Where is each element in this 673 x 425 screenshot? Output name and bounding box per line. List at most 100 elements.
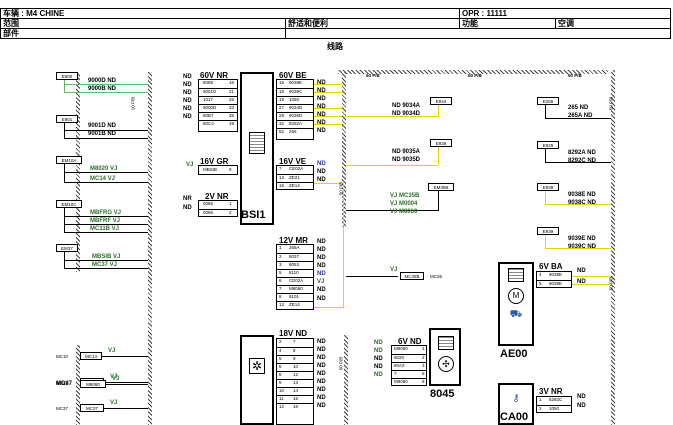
pin-number: 12 — [279, 302, 285, 307]
pin-wire: ZE14 — [289, 183, 300, 188]
pin-number: 2 — [422, 355, 425, 360]
connector-e265: E265 — [537, 97, 559, 105]
bus-label-1: 50 P/B — [366, 73, 380, 78]
wire-label: 9000D ND — [88, 78, 117, 84]
pin-number: 32 — [279, 121, 285, 126]
connector-em10a: EM10A — [56, 156, 82, 164]
bsi1-unit — [240, 72, 274, 225]
wire-label: ND 9035D — [392, 157, 421, 163]
wire-label: VJ — [186, 162, 194, 168]
wire-label: ND — [317, 169, 326, 175]
pin-wire: 8292A — [289, 121, 303, 126]
pin-wire: 7 — [293, 339, 296, 344]
wire-label: ND — [317, 347, 326, 353]
wire-label: MBFRF VJ — [90, 218, 120, 224]
wire-label: 265 ND — [568, 105, 589, 111]
wire-9038e — [314, 84, 342, 85]
connector-18vnd-title: 18V ND — [279, 329, 308, 338]
pin-wire: 9034D — [289, 105, 303, 110]
ground-id: MC37 — [56, 381, 69, 386]
ground-wire-label: VJ — [110, 400, 118, 406]
vehicle-label: 车辆 : M4 CHINE — [3, 9, 65, 18]
wire-8292-trunk — [545, 149, 546, 162]
wire-label: ND — [374, 364, 383, 370]
pin-number: 21 — [229, 89, 235, 94]
connector-e938: E938 — [537, 183, 559, 191]
pin-number: 11 — [279, 396, 284, 401]
wire-label: ND — [317, 271, 326, 277]
wire-label: ND — [183, 98, 192, 104]
wire-label: VJ MC35B — [390, 193, 420, 199]
m8045-connector: M8050 1 8020 2 80A3 3 7 5 M8060 6 — [391, 345, 427, 386]
wire-label: ND — [317, 161, 326, 167]
pin-wire: 16 — [293, 404, 299, 409]
pin-wire: M8050 — [394, 346, 408, 351]
connector-e934: E934 — [430, 97, 452, 105]
pin-number: 2 — [539, 406, 542, 411]
pin-number: 4 — [279, 348, 282, 353]
pin-number: 18 — [279, 89, 285, 94]
pin-wire: 8053 — [289, 262, 300, 267]
wire-e900-trunk — [64, 80, 65, 92]
bsi-lower-unit: ✲ — [240, 335, 274, 425]
ground-id: MC37 — [56, 406, 69, 411]
ground-wire-label: VJ — [112, 376, 120, 382]
pin-number: 7 — [279, 286, 282, 291]
pin-number: 13 — [279, 175, 285, 180]
wire-label: MC37 VJ — [92, 262, 118, 268]
pin-number: 2 — [229, 210, 232, 215]
ca00-connector: 1 8292C 2 1050 — [536, 396, 572, 413]
wire-label: MBSIB VJ — [92, 254, 121, 260]
pin-wire: 80A3 — [394, 363, 405, 368]
ground-wire-label: VJ — [108, 348, 116, 354]
wire-label: MC11B VJ — [90, 226, 120, 232]
wire-9038-trunk — [545, 191, 546, 204]
pin-wire: 9038E — [289, 80, 303, 85]
ground-id: MC10 — [56, 354, 69, 359]
wire-9039c — [314, 92, 342, 93]
left-harness-bar — [148, 72, 152, 425]
pin-number: 16 — [279, 183, 285, 188]
wire-9035 — [346, 165, 438, 166]
wire-9035d — [314, 116, 342, 117]
connector-em10c: EM10C — [56, 200, 82, 208]
wire-label: ND — [317, 96, 326, 102]
wire-label: ND 9034D — [392, 111, 421, 117]
pin-number: 1 — [279, 245, 282, 250]
ground-tag: MC14 — [80, 352, 102, 360]
pin-wire: 12 — [293, 372, 299, 377]
pin-wire: 9000D — [203, 105, 217, 110]
pin-number: 3 — [279, 262, 282, 267]
wire-9034-trunk — [438, 105, 439, 117]
wire-8292a — [314, 124, 342, 125]
pin-number: 5 — [279, 356, 282, 361]
side-label: 50 P/B — [608, 96, 614, 111]
wire-em10c-trunk — [64, 208, 65, 232]
wire-9034d — [314, 108, 342, 109]
wire-9039-trunk — [545, 235, 546, 248]
wire-label: ND — [374, 372, 383, 378]
pin-number: 9 — [229, 167, 232, 172]
ground-wire — [102, 356, 148, 357]
module-icon — [438, 336, 454, 350]
pin-wire: 9039E — [549, 281, 563, 286]
wire-ze14-b — [314, 307, 344, 308]
wire-ae00-2 — [572, 284, 611, 285]
wire-label: ND — [317, 255, 326, 261]
ae00-connector-title: 6V BA — [539, 262, 563, 271]
lower-harness-bar — [344, 335, 348, 425]
function-value: 空调 — [555, 19, 574, 28]
bsi1-label: BSI1 — [241, 209, 266, 221]
m8045-unit: ✣ — [429, 328, 461, 386]
bus-label-3: 50 P/B — [568, 73, 582, 78]
side-label: 50 P/B — [608, 276, 614, 291]
wire-label: 9039C ND — [568, 244, 597, 250]
wire-label: ND — [317, 239, 326, 245]
ae00-unit: M ⛟ — [498, 262, 534, 346]
connector-e935: E935 — [430, 139, 452, 147]
wire-em37-trunk — [64, 252, 65, 268]
header-row-1: 车辆 : M4 CHINE OPR : 11111 — [0, 8, 671, 19]
wire-label: ND — [183, 74, 192, 80]
wire-label: 9038C ND — [568, 200, 597, 206]
wire-label: ND — [317, 371, 326, 377]
